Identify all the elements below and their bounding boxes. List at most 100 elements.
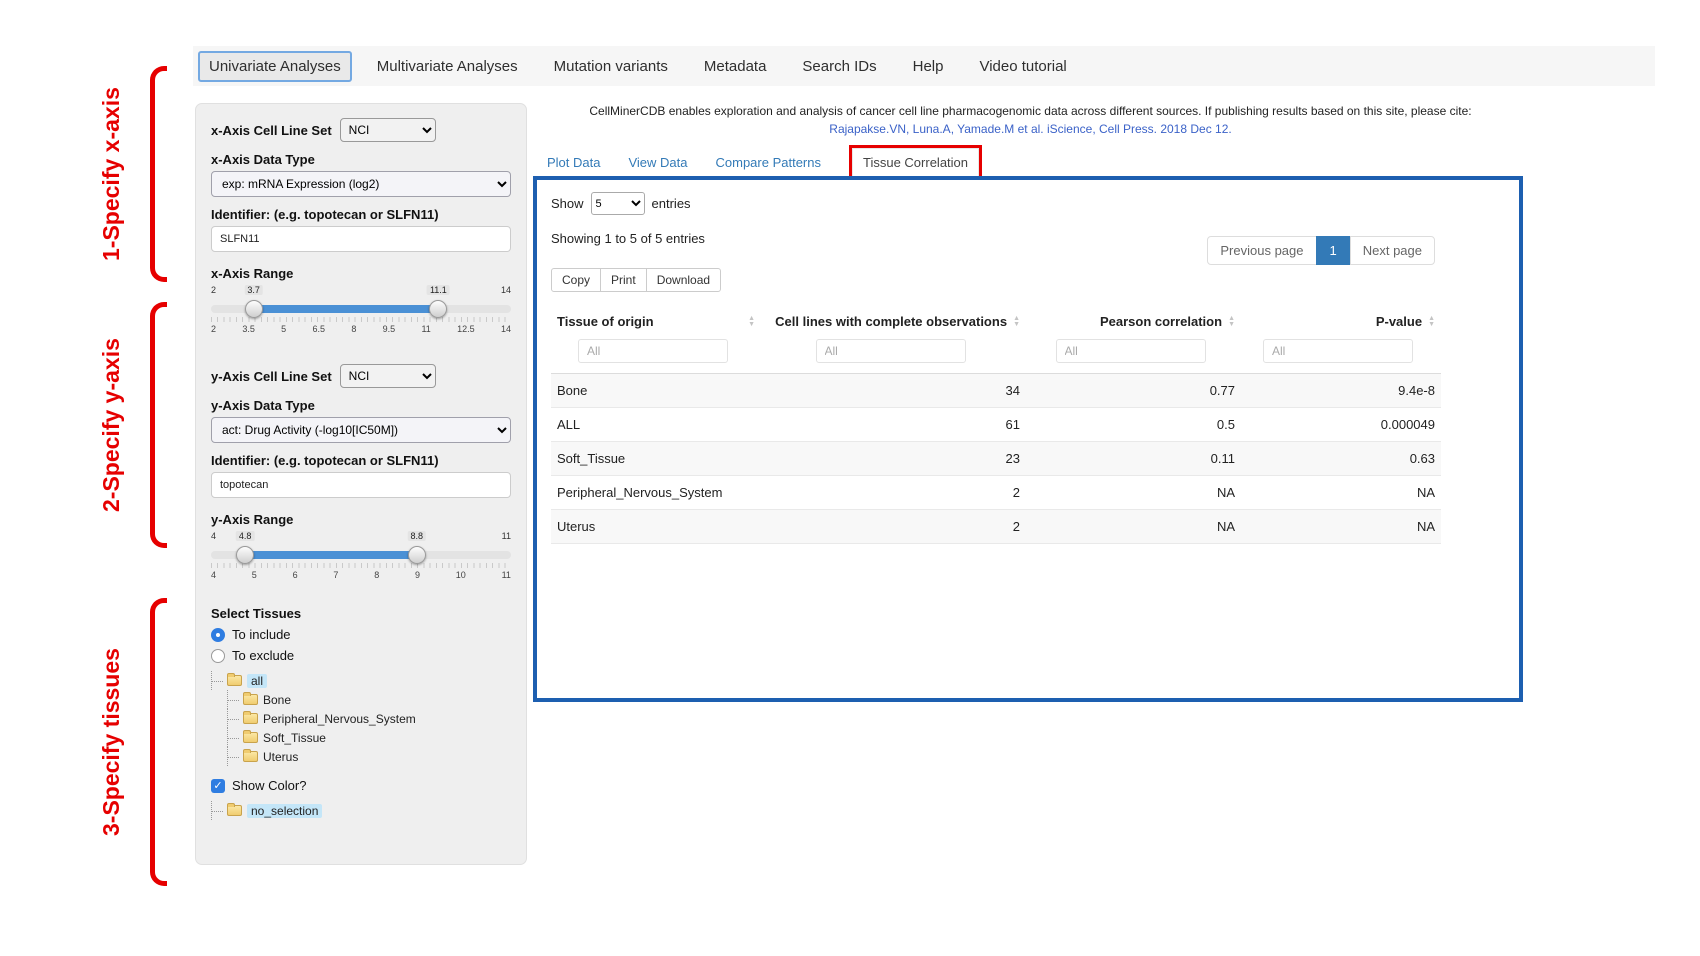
y-identifier-input[interactable] xyxy=(211,472,511,498)
slider-max-label: 14 xyxy=(501,285,511,295)
next-page-button[interactable]: Next page xyxy=(1350,236,1435,265)
y-cell-line-set-select[interactable]: NCI xyxy=(340,364,436,388)
table-row: Bone 34 0.77 9.4e-8 xyxy=(551,374,1441,408)
cell-tissue: Peripheral_Nervous_System xyxy=(551,476,761,510)
column-header-p-value[interactable]: P-value▲▼ xyxy=(1241,306,1441,337)
tab-help[interactable]: Help xyxy=(902,51,955,82)
tissues-include-radio[interactable]: To include xyxy=(211,627,511,642)
tree-item-no-selection[interactable]: no_selection xyxy=(211,801,511,820)
column-header-tissue-of-origin[interactable]: Tissue of origin▲▼ xyxy=(551,306,761,337)
download-button[interactable]: Download xyxy=(646,268,721,292)
radio-unchecked-icon xyxy=(211,649,225,663)
tab-univariate-analyses[interactable]: Univariate Analyses xyxy=(198,51,352,82)
folder-icon xyxy=(227,805,242,816)
tissue-correlation-panel: Show 5 entries Showing 1 to 5 of 5 entri… xyxy=(533,176,1523,702)
y-slider-handle-high[interactable] xyxy=(408,546,426,564)
x-slider-selected-range[interactable] xyxy=(254,305,439,313)
tab-mutation-variants[interactable]: Mutation variants xyxy=(543,51,679,82)
show-color-checkbox[interactable]: ✓ Show Color? xyxy=(211,778,511,793)
tree-item-all[interactable]: all xyxy=(211,671,511,690)
x-data-type-select[interactable]: exp: mRNA Expression (log2) xyxy=(211,171,511,197)
x-slider-handle-low[interactable] xyxy=(245,300,263,318)
table-row: ALL 61 0.5 0.000049 xyxy=(551,408,1441,442)
cell-observations: 2 xyxy=(761,510,1026,544)
citation-text: CellMinerCDB enables exploration and ana… xyxy=(538,104,1523,118)
y-slider-handle-low[interactable] xyxy=(236,546,254,564)
page-number-button[interactable]: 1 xyxy=(1316,236,1351,265)
x-slider-track[interactable] xyxy=(211,305,511,313)
folder-icon xyxy=(243,732,258,743)
table-header-row: Tissue of origin▲▼ Cell lines with compl… xyxy=(551,306,1441,337)
folder-icon xyxy=(227,675,242,686)
tick-label: 14 xyxy=(501,324,511,334)
subtab-tissue-correlation[interactable]: Tissue Correlation xyxy=(852,148,979,177)
x-cell-line-set-select[interactable]: NCI xyxy=(340,118,436,142)
tree-label: Uterus xyxy=(263,750,298,764)
copy-button[interactable]: Copy xyxy=(551,268,601,292)
top-navbar: Univariate Analyses Multivariate Analyse… xyxy=(193,46,1655,86)
annotation-bracket-y-axis xyxy=(150,302,167,548)
cell-p-value: NA xyxy=(1241,510,1441,544)
tree-item-peripheral-nervous-system[interactable]: Peripheral_Nervous_System xyxy=(227,709,511,728)
tab-search-ids[interactable]: Search IDs xyxy=(791,51,887,82)
previous-page-button[interactable]: Previous page xyxy=(1207,236,1316,265)
tab-multivariate-analyses[interactable]: Multivariate Analyses xyxy=(366,51,529,82)
y-slider-selected-range[interactable] xyxy=(245,551,417,559)
exclude-radio-label: To exclude xyxy=(232,648,294,663)
x-identifier-input[interactable] xyxy=(211,226,511,252)
print-button[interactable]: Print xyxy=(600,268,647,292)
slider-max-label: 11 xyxy=(502,531,511,541)
tick-label: 2 xyxy=(211,324,216,334)
tick-label: 10 xyxy=(456,570,466,580)
filter-tissue-input[interactable] xyxy=(578,339,728,363)
tree-item-bone[interactable]: Bone xyxy=(227,690,511,709)
cell-pearson: 0.5 xyxy=(1026,408,1241,442)
y-slider-tick-labels: 4 5 6 7 8 9 10 11 xyxy=(211,570,511,580)
sort-icon: ▲▼ xyxy=(1013,316,1020,328)
cell-p-value: NA xyxy=(1241,476,1441,510)
annotation-label-x-axis: 1-Specify x-axis xyxy=(98,66,134,282)
tree-connector xyxy=(227,728,240,747)
cell-tissue: ALL xyxy=(551,408,761,442)
annotation-bracket-tissues xyxy=(150,598,167,886)
tab-metadata[interactable]: Metadata xyxy=(693,51,778,82)
tab-video-tutorial[interactable]: Video tutorial xyxy=(968,51,1077,82)
checkbox-checked-icon: ✓ xyxy=(211,779,225,793)
table-row: Uterus 2 NA NA xyxy=(551,510,1441,544)
slider-min-label: 2 xyxy=(211,285,216,295)
tree-item-soft-tissue[interactable]: Soft_Tissue xyxy=(227,728,511,747)
x-range-slider[interactable]: 2 3.7 11.1 14 2 3.5 5 6.5 8 9.5 11 12.5 … xyxy=(211,285,511,334)
tree-item-uterus[interactable]: Uterus xyxy=(227,747,511,766)
subtab-plot-data[interactable]: Plot Data xyxy=(547,155,600,170)
select-tissues-title: Select Tissues xyxy=(211,606,511,621)
cell-pearson: 0.11 xyxy=(1026,442,1241,476)
y-range-slider[interactable]: 4 4.8 8.8 11 4 5 6 7 8 9 10 11 xyxy=(211,531,511,580)
sort-icon: ▲▼ xyxy=(1428,316,1435,328)
column-header-pearson-correlation[interactable]: Pearson correlation▲▼ xyxy=(1026,306,1241,337)
subtab-compare-patterns[interactable]: Compare Patterns xyxy=(716,155,822,170)
column-header-cell-lines[interactable]: Cell lines with complete observations▲▼ xyxy=(761,306,1026,337)
analysis-subtabs: Plot Data View Data Compare Patterns Tis… xyxy=(547,144,982,180)
tick-label: 8 xyxy=(374,570,379,580)
subtab-view-data[interactable]: View Data xyxy=(628,155,687,170)
cell-pearson: NA xyxy=(1026,510,1241,544)
annotation-red-box: Tissue Correlation xyxy=(849,145,982,180)
citation-block: CellMinerCDB enables exploration and ana… xyxy=(538,104,1523,136)
entries-count-select[interactable]: 5 xyxy=(591,192,645,215)
x-slider-handle-high[interactable] xyxy=(429,300,447,318)
filter-p-value-input[interactable] xyxy=(1263,339,1413,363)
filter-pearson-input[interactable] xyxy=(1056,339,1206,363)
tick-label: 12.5 xyxy=(457,324,475,334)
table-filter-row xyxy=(551,337,1441,374)
slider-low-label: 3.7 xyxy=(244,285,263,295)
y-data-type-select[interactable]: act: Drug Activity (-log10[IC50M]) xyxy=(211,417,511,443)
filter-cell-lines-input[interactable] xyxy=(816,339,966,363)
y-cell-line-set-row: y-Axis Cell Line Set NCI xyxy=(211,364,511,388)
y-slider-track[interactable] xyxy=(211,551,511,559)
cell-pearson: NA xyxy=(1026,476,1241,510)
tissues-exclude-radio[interactable]: To exclude xyxy=(211,648,511,663)
y-range-label: y-Axis Range xyxy=(211,512,511,527)
tissue-tree: all Bone Peripheral_Nervous_System Soft_… xyxy=(211,671,511,766)
citation-reference-link[interactable]: Rajapakse.VN, Luna.A, Yamade.M et al. iS… xyxy=(538,122,1523,136)
tick-label: 3.5 xyxy=(242,324,255,334)
